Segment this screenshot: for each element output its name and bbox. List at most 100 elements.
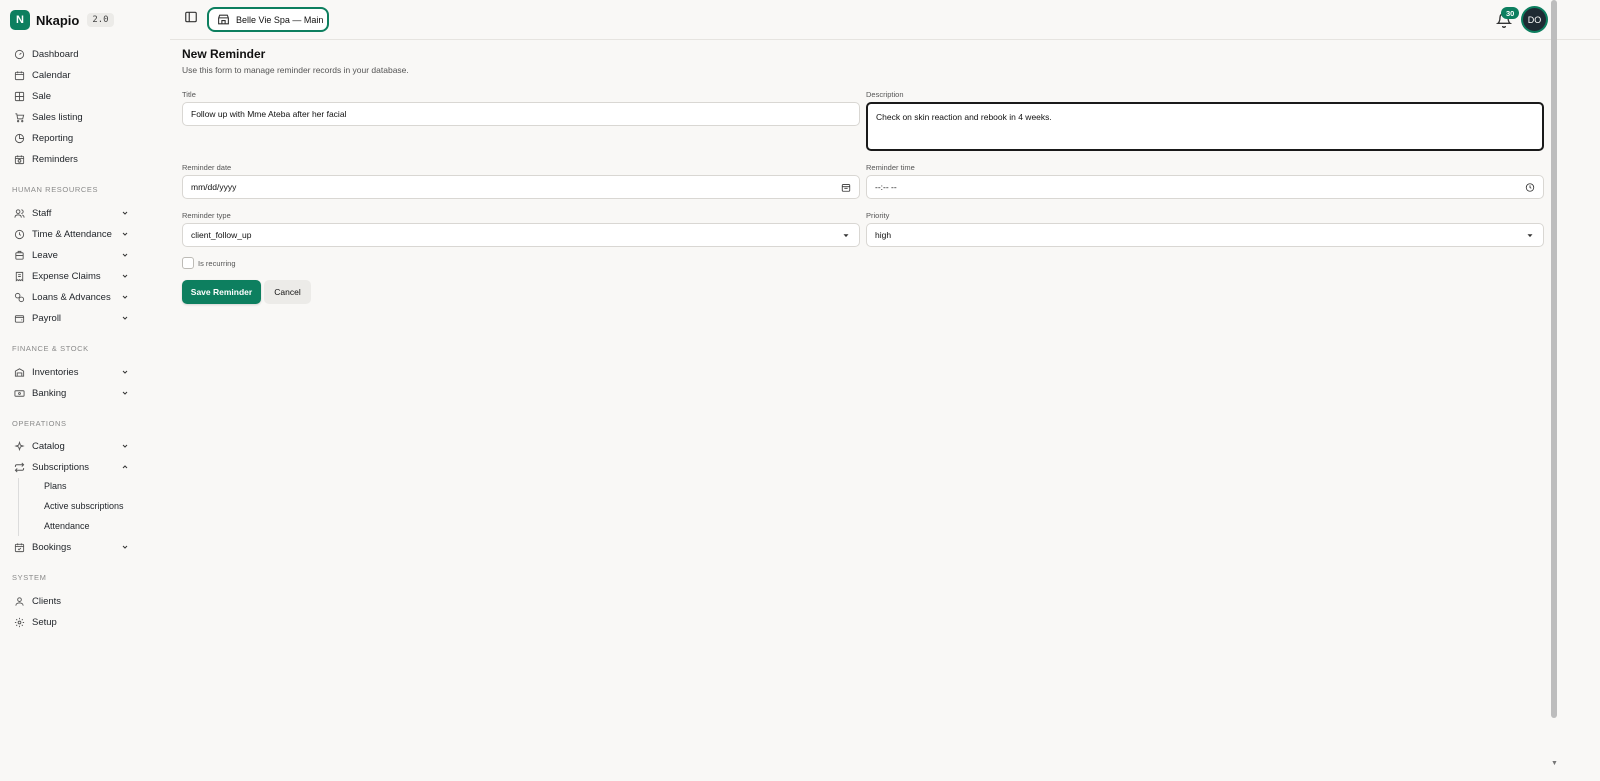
chevron-down-icon [120,542,130,552]
chevron-down-icon [120,367,130,377]
reminder-type-value: client_follow_up [191,230,252,240]
sidebar-item-label: Inventories [32,366,79,378]
sidebar-item-label: Expense Claims [32,270,101,282]
clock-icon [12,227,26,241]
description-label: Description [866,90,904,99]
version-badge: 2.0 [87,13,114,27]
priority-value: high [875,230,892,240]
pie-chart-icon [12,131,26,145]
sidebar-item-clients[interactable]: Clients [12,591,130,611]
sidebar-subitem-plans[interactable]: Plans [44,481,67,491]
sidebar-item-reminders[interactable]: Reminders [12,149,130,169]
chevron-down-icon [120,229,130,239]
calendar-icon [12,68,26,82]
sidebar-item-label: Calendar [32,69,71,81]
repeat-icon [12,460,26,474]
sidebar-item-dashboard[interactable]: Dashboard [12,44,130,64]
plane-icon [12,248,26,262]
caret-down-icon [1524,230,1535,241]
reminder-time-input[interactable]: --:-- -- [866,175,1544,199]
sidebar-item-label: Dashboard [32,48,79,60]
sidebar-item-loans-advances[interactable]: Loans & Advances [12,287,130,307]
title-input[interactable]: Follow up with Mme Ateba after her facia… [182,102,860,126]
reminder-time-value: --:-- -- [875,182,897,192]
sidebar-subitem-active-subscriptions[interactable]: Active subscriptions [44,501,124,511]
grid-icon [12,89,26,103]
sidebar-item-label: Bookings [32,541,72,553]
description-textarea[interactable]: Check on skin reaction and rebook in 4 w… [866,102,1544,151]
sparkles-icon [12,439,26,453]
dashboard-icon [12,47,26,61]
sidebar-item-inventories[interactable]: Inventories [12,362,130,382]
avatar[interactable]: DO [1523,8,1546,31]
is-recurring-label: Is recurring [198,259,236,268]
calendar-icon[interactable] [840,182,851,193]
title-label: Title [182,90,196,99]
chevron-down-icon [120,250,130,260]
cancel-button[interactable]: Cancel [264,280,311,304]
sidebar-item-label: Staff [32,207,52,219]
chevron-down-icon [120,441,130,451]
scroll-down-icon[interactable]: ▼ [1551,760,1558,767]
sidebar-item-time-attendance[interactable]: Time & Attendance [12,224,130,244]
sidebar-item-label: Subscriptions [32,461,90,473]
calendar-check-icon [12,540,26,554]
sidebar-item-label: Banking [32,387,67,399]
sidebar-item-calendar[interactable]: Calendar [12,65,130,85]
priority-select[interactable]: high [866,223,1544,247]
gear-icon [12,615,26,629]
sidebar-item-leave[interactable]: Leave [12,245,130,265]
chevron-down-icon [120,271,130,281]
brand[interactable]: N Nkapio 2.0 [10,10,114,30]
sidebar-item-staff[interactable]: Staff [12,203,130,223]
topbar [170,0,1600,40]
brand-logo: N [10,10,30,30]
sidebar-item-expense-claims[interactable]: Expense Claims [12,266,130,286]
is-recurring-checkbox[interactable] [182,257,194,269]
section-header-hr: HUMAN RESOURCES [12,185,99,194]
sidebar-item-label: Payroll [32,312,62,324]
sidebar-item-label: Catalog [32,440,65,452]
chevron-down-icon [120,313,130,323]
scrollbar-thumb[interactable] [1551,0,1557,718]
sidebar-item-setup[interactable]: Setup [12,612,130,632]
sidebar: N Nkapio 2.0 Dashboard Calendar Sale Sal… [0,0,170,781]
chevron-down-icon [120,388,130,398]
calendar-clock-icon [12,152,26,166]
banknote-icon [12,386,26,400]
sidebar-item-sales-listing[interactable]: Sales listing [12,107,130,127]
page-title: New Reminder [182,47,266,61]
save-reminder-button[interactable]: Save Reminder [182,280,261,304]
sidebar-item-label: Sales listing [32,111,83,123]
section-header-system: SYSTEM [12,573,47,582]
sidebar-item-label: Reminders [32,153,78,165]
wallet-icon [12,311,26,325]
warehouse-icon [12,365,26,379]
sidebar-item-label: Sale [32,90,52,102]
cart-icon [12,110,26,124]
sidebar-item-subscriptions[interactable]: Subscriptions [12,457,130,477]
chevron-down-icon [120,208,130,218]
reminder-date-input[interactable]: mm/dd/yyyy [182,175,860,199]
reminder-type-select[interactable]: client_follow_up [182,223,860,247]
sidebar-item-reporting[interactable]: Reporting [12,128,130,148]
reminder-date-value: mm/dd/yyyy [191,182,237,192]
sidebar-item-banking[interactable]: Banking [12,383,130,403]
page-subtitle: Use this form to manage reminder records… [182,65,409,75]
users-icon [12,206,26,220]
sidebar-toggle-icon[interactable] [184,10,198,24]
sidebar-item-catalog[interactable]: Catalog [12,436,130,456]
reminder-type-label: Reminder type [182,211,231,220]
sidebar-item-sale[interactable]: Sale [12,86,130,106]
sidebar-item-bookings[interactable]: Bookings [12,537,130,557]
sidebar-item-payroll[interactable]: Payroll [12,308,130,328]
brand-name: Nkapio [36,12,80,28]
description-value: Check on skin reaction and rebook in 4 w… [876,112,1052,122]
sidebar-item-label: Clients [32,595,62,607]
submenu-guide-line [18,478,19,536]
store-switcher-button[interactable]: Belle Vie Spa — Main [207,7,329,32]
clock-icon[interactable] [1524,182,1535,193]
sidebar-item-label: Time & Attendance [32,228,112,240]
user-icon [12,594,26,608]
sidebar-subitem-attendance[interactable]: Attendance [44,521,90,531]
